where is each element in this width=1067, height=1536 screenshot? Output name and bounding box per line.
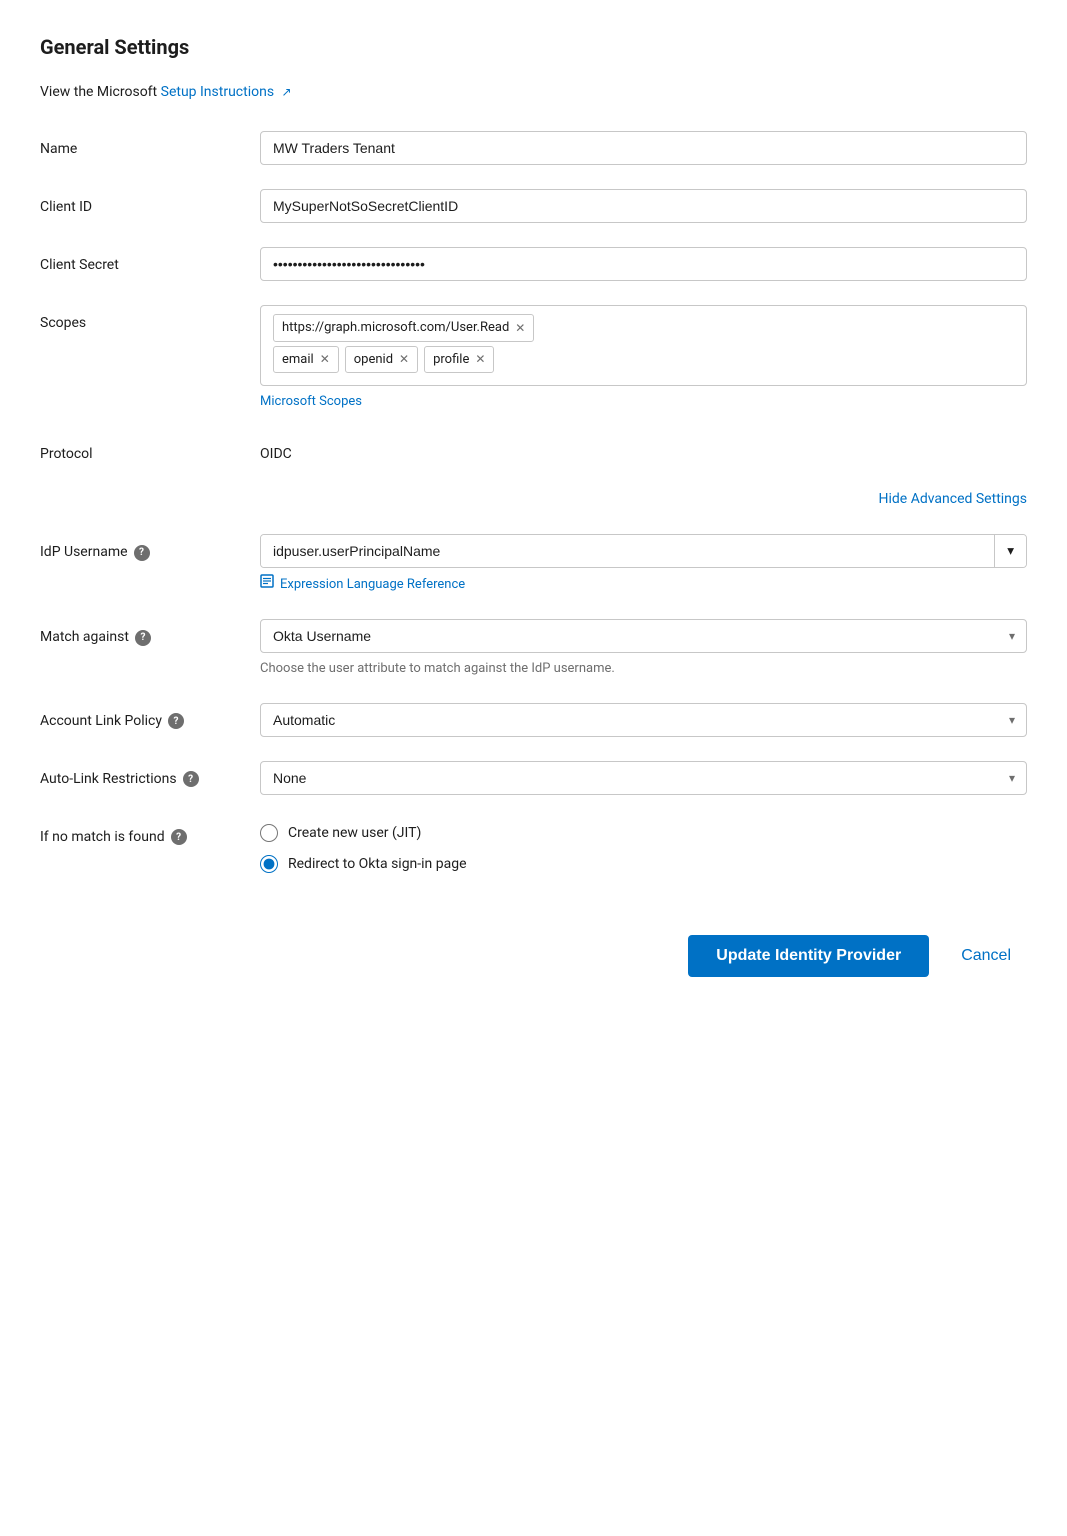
protocol-label: Protocol xyxy=(40,436,260,465)
idp-username-label: IdP Username ? xyxy=(40,534,260,563)
protocol-row: Protocol OIDC xyxy=(40,436,1027,465)
page-container: General Settings View the Microsoft Setu… xyxy=(0,0,1067,1536)
account-link-policy-select[interactable]: Automatic Disabled xyxy=(260,703,1027,737)
client-secret-field-wrapper xyxy=(260,247,1027,281)
match-against-hint: Choose the user attribute to match again… xyxy=(260,659,1027,679)
account-link-policy-field-wrapper: Automatic Disabled ▾ xyxy=(260,703,1027,737)
match-against-field-wrapper: Okta Username Email Login ▾ Choose the u… xyxy=(260,619,1027,679)
if-no-match-label: If no match is found ? xyxy=(40,819,260,848)
scopes-container: https://graph.microsoft.com/User.Read ✕ … xyxy=(260,305,1027,386)
client-secret-input[interactable] xyxy=(260,247,1027,281)
account-link-policy-help-icon[interactable]: ? xyxy=(168,713,184,729)
auto-link-restrictions-label: Auto-Link Restrictions ? xyxy=(40,761,260,790)
scope-tags-row: https://graph.microsoft.com/User.Read ✕ xyxy=(273,314,1014,342)
scopes-row: Scopes https://graph.microsoft.com/User.… xyxy=(40,305,1027,412)
external-link-icon: ↗ xyxy=(282,83,292,101)
scope-tags-row-2: email ✕ openid ✕ profile ✕ xyxy=(273,346,1014,374)
match-against-select-wrapper: Okta Username Email Login ▾ xyxy=(260,619,1027,653)
radio-redirect-to-okta[interactable]: Redirect to Okta sign-in page xyxy=(260,854,1027,875)
auto-link-restrictions-field-wrapper: None Any ▾ xyxy=(260,761,1027,795)
scope-remove-1[interactable]: ✕ xyxy=(515,322,525,334)
protocol-value: OIDC xyxy=(260,436,1027,465)
client-id-field-wrapper xyxy=(260,189,1027,223)
name-input[interactable] xyxy=(260,131,1027,165)
radio-group: Create new user (JIT) Redirect to Okta s… xyxy=(260,819,1027,875)
scope-tag-4: profile ✕ xyxy=(424,346,494,374)
idp-username-dropdown-button[interactable] xyxy=(994,535,1026,567)
scope-remove-2[interactable]: ✕ xyxy=(320,353,330,365)
match-against-row: Match against ? Okta Username Email Logi… xyxy=(40,619,1027,679)
form-actions: Update Identity Provider Cancel xyxy=(40,915,1027,977)
account-link-policy-label: Account Link Policy ? xyxy=(40,703,260,732)
account-link-policy-select-wrapper: Automatic Disabled ▾ xyxy=(260,703,1027,737)
match-against-label: Match against ? xyxy=(40,619,260,648)
auto-link-restrictions-row: Auto-Link Restrictions ? None Any ▾ xyxy=(40,761,1027,795)
hide-advanced-settings-link[interactable]: Hide Advanced Settings xyxy=(879,489,1027,510)
scope-remove-3[interactable]: ✕ xyxy=(399,353,409,365)
client-secret-row: Client Secret xyxy=(40,247,1027,281)
idp-username-input[interactable] xyxy=(261,535,994,567)
auto-link-restrictions-select-wrapper: None Any ▾ xyxy=(260,761,1027,795)
scope-tag-2: email ✕ xyxy=(273,346,339,374)
scope-tag-3: openid ✕ xyxy=(345,346,418,374)
scopes-field-wrapper: https://graph.microsoft.com/User.Read ✕ … xyxy=(260,305,1027,412)
setup-instructions-text: View the Microsoft xyxy=(40,84,157,100)
idp-username-wrapper xyxy=(260,534,1027,568)
advanced-settings-toggle: Hide Advanced Settings xyxy=(40,489,1027,510)
client-secret-label: Client Secret xyxy=(40,247,260,276)
radio-create-new-user[interactable]: Create new user (JIT) xyxy=(260,823,1027,844)
setup-instructions-row: View the Microsoft Setup Instructions ↗ xyxy=(40,82,1027,103)
client-id-input[interactable] xyxy=(260,189,1027,223)
auto-link-restrictions-help-icon[interactable]: ? xyxy=(183,771,199,787)
scope-tag-1: https://graph.microsoft.com/User.Read ✕ xyxy=(273,314,534,342)
chevron-down-icon xyxy=(1007,543,1014,559)
account-link-policy-row: Account Link Policy ? Automatic Disabled… xyxy=(40,703,1027,737)
expression-language-link[interactable]: Expression Language Reference xyxy=(260,574,1027,595)
radio-input-redirect[interactable] xyxy=(260,855,278,873)
expression-link-icon xyxy=(260,574,274,595)
if-no-match-row: If no match is found ? Create new user (… xyxy=(40,819,1027,875)
idp-username-help-icon[interactable]: ? xyxy=(134,545,150,561)
match-against-help-icon[interactable]: ? xyxy=(135,630,151,646)
radio-input-create-new-user[interactable] xyxy=(260,824,278,842)
scope-remove-4[interactable]: ✕ xyxy=(475,353,485,365)
protocol-value-wrapper: OIDC xyxy=(260,436,1027,465)
name-label: Name xyxy=(40,131,260,160)
idp-username-field-wrapper: Expression Language Reference xyxy=(260,534,1027,595)
update-identity-provider-button[interactable]: Update Identity Provider xyxy=(688,935,929,977)
if-no-match-field-wrapper: Create new user (JIT) Redirect to Okta s… xyxy=(260,819,1027,875)
cancel-button[interactable]: Cancel xyxy=(945,935,1027,977)
name-row: Name xyxy=(40,131,1027,165)
scopes-label: Scopes xyxy=(40,305,260,334)
name-field-wrapper xyxy=(260,131,1027,165)
match-against-select[interactable]: Okta Username Email Login xyxy=(260,619,1027,653)
page-title: General Settings xyxy=(40,32,1027,62)
setup-instructions-link[interactable]: Setup Instructions ↗ xyxy=(161,84,292,100)
if-no-match-help-icon[interactable]: ? xyxy=(171,829,187,845)
microsoft-scopes-link[interactable]: Microsoft Scopes xyxy=(260,392,362,412)
client-id-row: Client ID xyxy=(40,189,1027,223)
auto-link-restrictions-select[interactable]: None Any xyxy=(260,761,1027,795)
idp-username-row: IdP Username ? Expression xyxy=(40,534,1027,595)
client-id-label: Client ID xyxy=(40,189,260,218)
